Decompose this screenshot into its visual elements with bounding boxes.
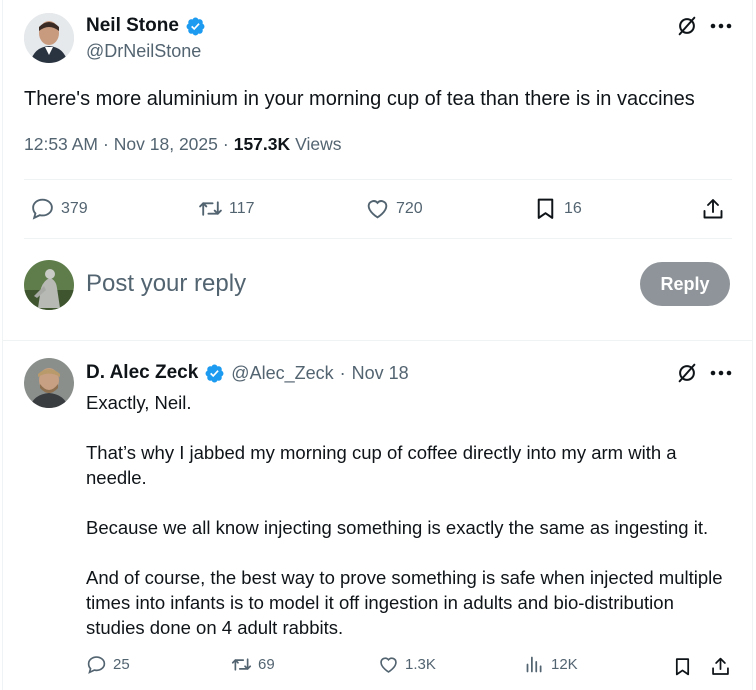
- bookmark-icon[interactable]: [670, 654, 694, 678]
- like-action[interactable]: 1.3K: [378, 654, 436, 675]
- reply-paragraph: Because we all know injecting something …: [86, 517, 709, 538]
- bookmark-count: 16: [564, 199, 582, 217]
- divider: [24, 238, 732, 239]
- like-action[interactable]: 720: [365, 196, 423, 221]
- heart-icon: [380, 657, 397, 673]
- reply-count: 25: [113, 656, 130, 673]
- verified-badge-icon: [185, 16, 206, 37]
- bookmark-icon: [537, 198, 554, 219]
- reply-paragraph: That’s why I jabbed my morning cup of co…: [86, 442, 677, 488]
- post-timestamp-row: 12:53 AM · Nov 18, 2025 · 157.3K Views: [24, 134, 342, 155]
- grok-icon[interactable]: [676, 362, 698, 384]
- reply-action[interactable]: 25: [86, 654, 130, 675]
- views-count: 12K: [551, 656, 578, 673]
- bookmark-action[interactable]: 16: [533, 196, 582, 221]
- repost-count: 117: [229, 199, 255, 217]
- grok-icon[interactable]: [676, 15, 698, 37]
- repost-icon: [231, 658, 252, 671]
- reply-text: Exactly, Neil. That’s why I jabbed my mo…: [86, 390, 726, 640]
- reply-input[interactable]: Post your reply: [86, 270, 246, 298]
- verified-badge-icon: [204, 363, 225, 384]
- author-handle[interactable]: @DrNeilStone: [86, 41, 201, 62]
- reply-button[interactable]: Reply: [640, 262, 730, 306]
- separator-dot: ·: [222, 134, 229, 154]
- repost-icon: [199, 201, 222, 216]
- separator-dot: ·: [339, 362, 346, 383]
- reply-author-handle[interactable]: @Alec_Zeck: [231, 363, 333, 384]
- share-icon[interactable]: [708, 654, 732, 678]
- author-name[interactable]: Neil Stone: [86, 15, 179, 37]
- views-count: 157.3K: [233, 134, 291, 154]
- like-count: 720: [396, 199, 423, 217]
- like-count: 1.3K: [405, 656, 436, 673]
- post-text: There's more aluminium in your morning c…: [24, 88, 695, 110]
- post-date[interactable]: Nov 18, 2025: [114, 134, 218, 155]
- more-options-icon[interactable]: [708, 362, 734, 384]
- reply-icon: [87, 656, 106, 674]
- heart-icon: [367, 200, 388, 219]
- reply-author-avatar[interactable]: [24, 358, 74, 408]
- reply-action[interactable]: 379: [30, 196, 88, 221]
- divider: [2, 340, 753, 341]
- analytics-icon: [526, 656, 542, 673]
- reply-icon: [32, 198, 53, 220]
- post-time[interactable]: 12:53 AM: [24, 134, 98, 155]
- reply-author-name[interactable]: D. Alec Zeck: [86, 362, 198, 384]
- reply-paragraph: And of course, the best way to prove som…: [86, 567, 723, 638]
- views-action[interactable]: 12K: [524, 654, 578, 675]
- author-avatar[interactable]: [24, 13, 74, 63]
- views-label: Views: [295, 134, 342, 154]
- separator-dot: ·: [102, 134, 109, 154]
- share-icon[interactable]: [700, 196, 726, 222]
- more-options-icon[interactable]: [708, 15, 734, 37]
- reply-paragraph: Exactly, Neil.: [86, 392, 192, 413]
- divider: [24, 179, 732, 180]
- reply-date[interactable]: Nov 18: [352, 363, 409, 384]
- repost-action[interactable]: 69: [231, 654, 275, 675]
- repost-count: 69: [258, 656, 275, 673]
- user-avatar[interactable]: [24, 260, 74, 310]
- repost-action[interactable]: 117: [198, 196, 255, 221]
- reply-count: 379: [61, 199, 88, 217]
